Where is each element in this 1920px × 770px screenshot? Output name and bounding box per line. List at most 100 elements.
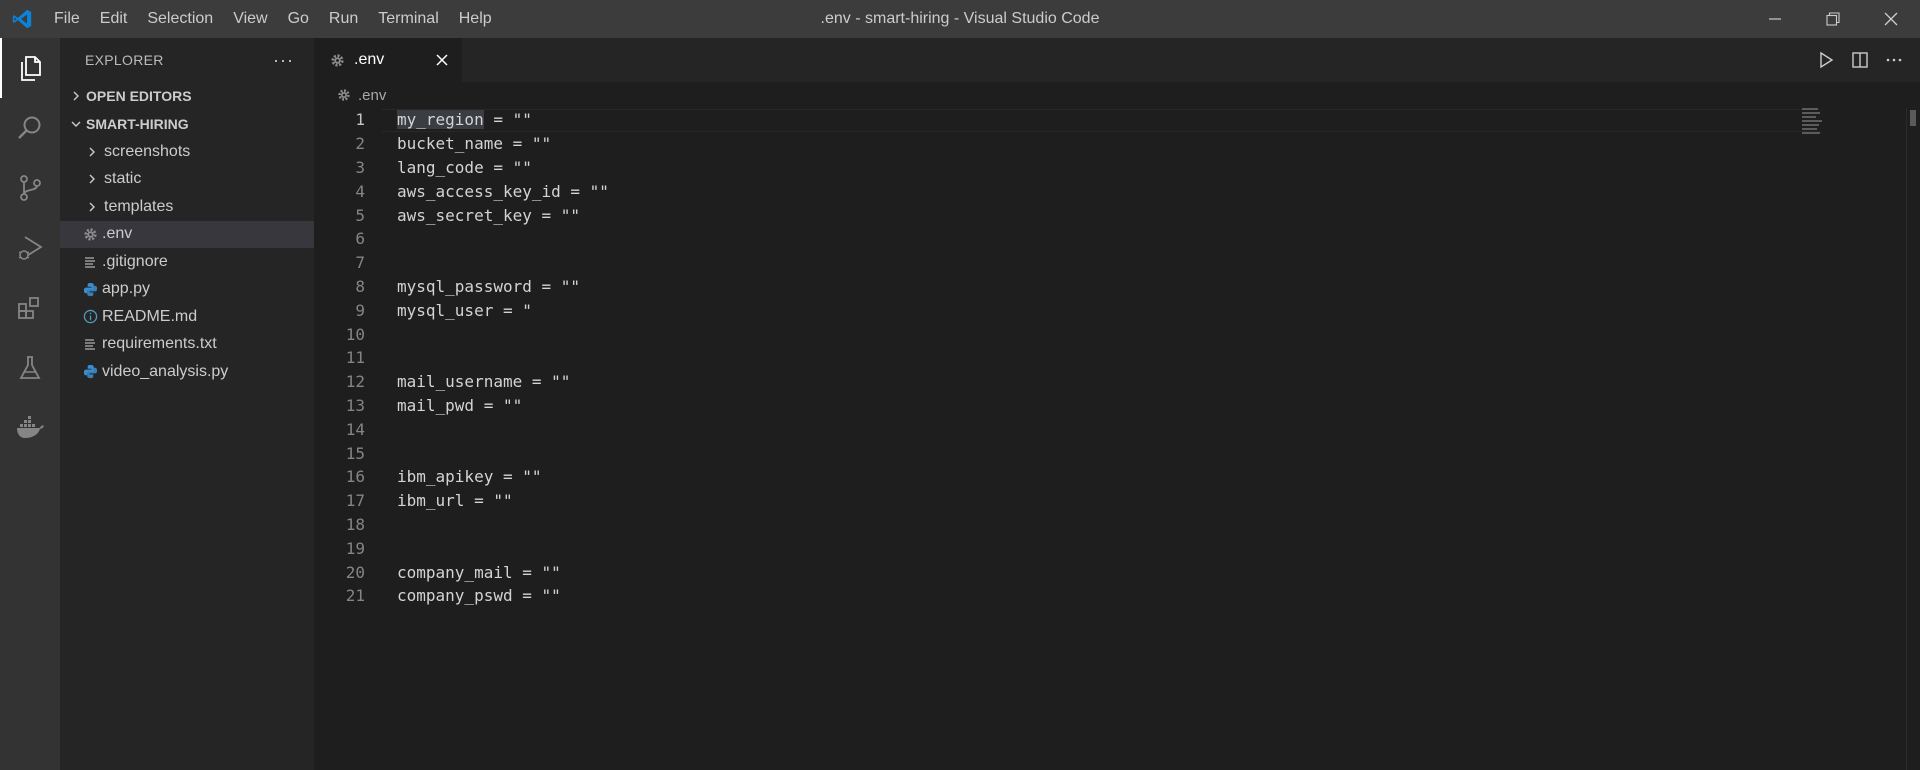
minimap[interactable] [1802,108,1824,154]
close-icon [436,54,448,66]
code-line[interactable]: 9 mysql_user = " [314,298,1920,322]
line-text: company_pswd = "" [397,586,561,606]
line-number: 11 [345,348,365,368]
tab-label: .env [354,51,385,68]
code-line[interactable]: 16 ibm_apikey = "" [314,465,1920,489]
title-bar: File Edit Selection View Go Run Terminal… [0,0,1920,38]
code-line[interactable]: 3 lang_code = "" [314,156,1920,180]
code-line[interactable]: 10 [314,322,1920,346]
run-button[interactable] [1814,48,1838,72]
file-video-analysis[interactable]: video_analysis.py [60,358,314,386]
close-icon [1884,12,1898,26]
more-actions-icon[interactable]: ··· [273,50,294,71]
split-editor-button[interactable] [1848,48,1872,72]
activity-run-debug[interactable] [0,218,60,278]
activity-search[interactable] [0,98,60,158]
line-number: 20 [345,562,365,582]
line-text: mail_pwd = "" [397,395,523,415]
code-line[interactable]: 17 ibm_url = "" [314,489,1920,513]
ellipsis-icon [1886,58,1902,62]
code-line[interactable]: 19 [314,536,1920,560]
file-label: app.py [102,280,151,298]
code-line[interactable]: 15 [314,441,1920,465]
code-line[interactable]: 12 mail_username = "" [314,370,1920,394]
code-editor[interactable]: 1 my_region = "" 2 bucket_name = "" 3 lang_co… [314,108,1920,608]
activity-extensions[interactable] [0,278,60,338]
editor-actions [1814,38,1906,82]
code-line[interactable]: 1 my_region = "" [314,108,1920,132]
file-gitignore[interactable]: .gitignore [60,248,314,276]
activity-testing[interactable] [0,338,60,398]
line-number: 19 [345,538,365,558]
code-line[interactable]: 7 [314,251,1920,275]
line-text: aws_access_key_id = "" [397,181,609,201]
code-line[interactable]: 21 company_pswd = "" [314,584,1920,608]
code-line[interactable]: 13 mail_pwd = "" [314,394,1920,418]
line-text: mysql_password = "" [397,276,581,296]
menu-help[interactable]: Help [449,0,502,38]
code-line[interactable]: 2 bucket_name = "" [314,132,1920,156]
line-number: 8 [355,276,365,296]
restore-button[interactable] [1804,0,1862,38]
menu-terminal[interactable]: Terminal [368,0,448,38]
code-line[interactable]: 11 [314,346,1920,370]
scrollbar-thumb[interactable] [1910,110,1916,126]
play-icon [1820,51,1834,69]
tab-env[interactable]: .env [314,38,462,82]
window-controls [1746,0,1920,38]
code-line[interactable]: 8 mysql_password = "" [314,275,1920,299]
gear-icon [328,51,346,69]
line-number: 4 [355,181,365,201]
folder-templates[interactable]: templates [60,193,314,221]
close-window-button[interactable] [1862,0,1920,38]
minimap-line [1802,124,1819,126]
line-number: 13 [345,395,365,415]
menu-edit[interactable]: Edit [90,0,138,38]
menu-selection[interactable]: Selection [137,0,223,38]
activity-docker[interactable] [0,398,60,458]
code-line[interactable]: 20 company_mail = "" [314,560,1920,584]
code-line[interactable]: 6 [314,227,1920,251]
file-label: README.md [102,307,198,325]
breadcrumb: .env [314,82,1920,108]
line-number: 14 [345,419,365,439]
menu-view[interactable]: View [223,0,277,38]
chevron-right-icon [82,197,102,217]
file-app-py[interactable]: app.py [60,276,314,304]
overview-ruler [1906,108,1920,770]
line-number: 2 [355,134,365,154]
gear-icon [80,224,100,244]
code-line[interactable]: 4 aws_access_key_id = "" [314,179,1920,203]
chevron-down-icon [66,118,86,130]
activity-explorer[interactable] [0,38,60,98]
tab-bar: .env [314,38,1920,82]
explorer-title: EXPLORER [85,52,164,68]
minimap-line [1802,128,1817,130]
minimap-line [1802,132,1820,134]
line-text: my_region = "" [397,110,532,130]
search-icon [18,116,41,139]
folder-static[interactable]: static [60,166,314,194]
code-line[interactable]: 14 [314,417,1920,441]
menu-go[interactable]: Go [278,0,319,38]
more-actions-button[interactable] [1882,48,1906,72]
folder-screenshots[interactable]: screenshots [60,138,314,166]
editor-area: .env .env 1 my_region = "" 2 bucket_name = … [314,38,1920,770]
line-text: ibm_apikey = "" [397,467,542,487]
breadcrumb-item[interactable]: .env [358,87,386,104]
activity-bar [0,38,60,770]
activity-source-control[interactable] [0,158,60,218]
file-requirements[interactable]: requirements.txt [60,331,314,359]
project-section[interactable]: SMART-HIRING [60,110,314,138]
open-editors-section[interactable]: OPEN EDITORS [60,82,314,110]
menu-run[interactable]: Run [319,0,368,38]
tab-close-button[interactable] [432,50,452,70]
file-env[interactable]: .env [60,220,314,248]
line-text: company_mail = "" [397,562,561,582]
code-line[interactable]: 5 aws_secret_key = "" [314,203,1920,227]
code-line[interactable]: 18 [314,513,1920,537]
minimize-button[interactable] [1746,0,1804,38]
menu-file[interactable]: File [44,0,90,38]
file-readme[interactable]: README.md [60,303,314,331]
line-number: 7 [355,253,365,273]
